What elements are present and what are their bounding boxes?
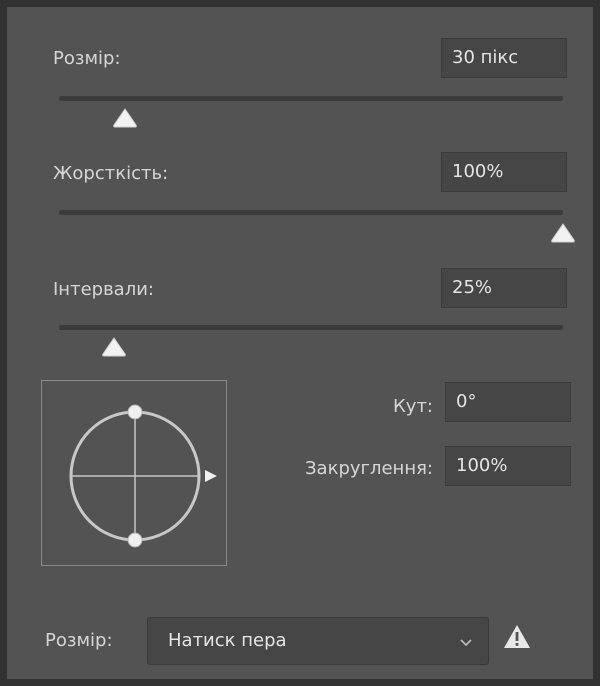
hardness-slider-thumb-icon[interactable]	[549, 222, 577, 244]
warning-icon	[504, 625, 530, 648]
brush-angle-circle[interactable]	[42, 381, 228, 567]
control-dropdown[interactable]: Натиск пера	[147, 617, 489, 665]
hardness-slider-track[interactable]	[59, 210, 563, 215]
angle-roundness-preview[interactable]	[41, 380, 227, 566]
spacing-slider-track[interactable]	[59, 325, 563, 330]
spacing-slider-thumb-icon[interactable]	[100, 336, 128, 358]
roundness-label: Закруглення:	[305, 458, 433, 479]
control-selected-value: Натиск пера	[168, 630, 287, 651]
control-label: Розмір:	[45, 630, 113, 651]
roundness-handle-top[interactable]	[127, 404, 143, 420]
brush-tip-shape-panel: Розмір: 30 пікс Жорсткість: 100% Інтерва…	[7, 7, 593, 679]
spacing-field[interactable]: 25%	[441, 268, 567, 308]
size-slider-track[interactable]	[59, 96, 563, 101]
angle-field[interactable]: 0°	[445, 382, 571, 422]
angle-label: Кут:	[393, 396, 433, 417]
roundness-field[interactable]: 100%	[445, 446, 571, 486]
size-field[interactable]: 30 пікс	[441, 38, 567, 78]
size-slider-thumb-icon[interactable]	[111, 107, 139, 129]
angle-arrow-icon[interactable]	[205, 470, 217, 482]
spacing-label: Інтервали:	[53, 279, 154, 300]
chevron-down-icon	[460, 639, 472, 647]
hardness-label: Жорсткість:	[53, 163, 169, 184]
roundness-handle-bottom[interactable]	[127, 532, 143, 548]
hardness-field[interactable]: 100%	[441, 152, 567, 192]
size-label: Розмір:	[53, 48, 121, 69]
